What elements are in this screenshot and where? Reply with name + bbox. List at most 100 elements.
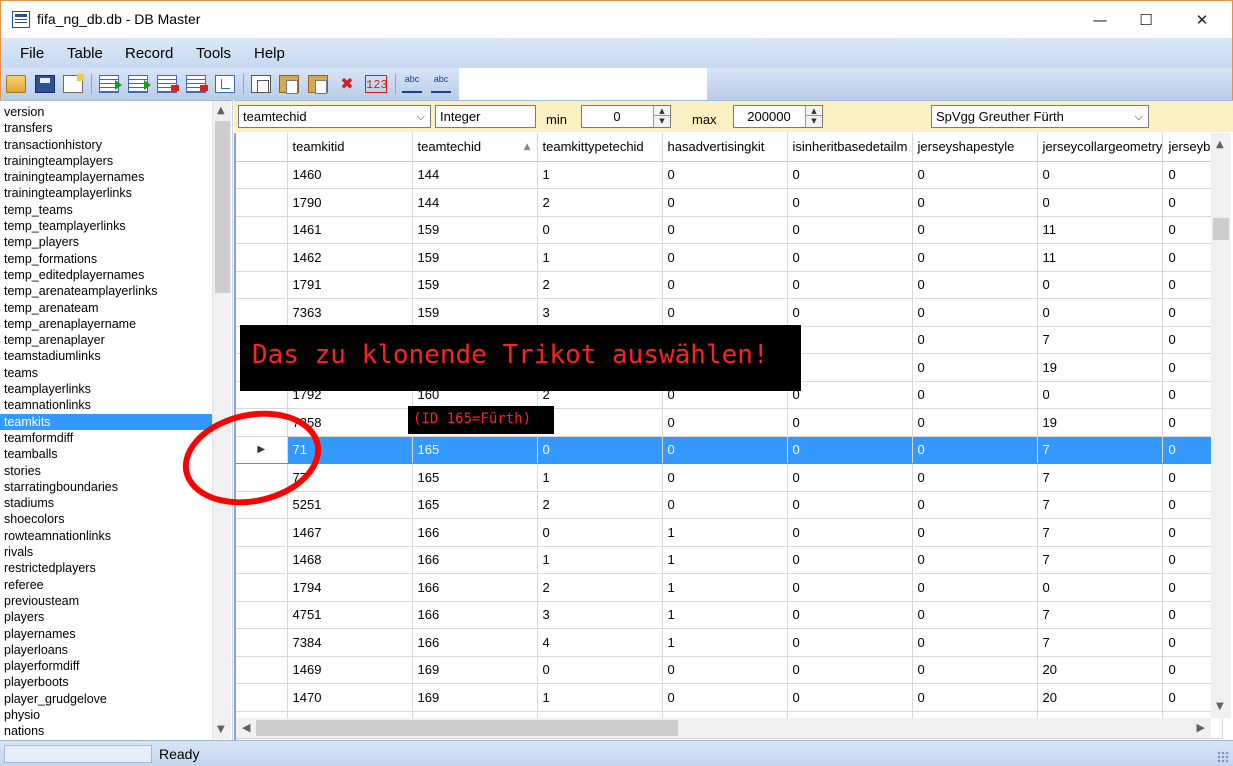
table-list-item[interactable]: stories bbox=[0, 463, 212, 479]
table-cell[interactable]: 0 bbox=[787, 546, 913, 574]
row-header[interactable] bbox=[236, 656, 288, 684]
table-list-item[interactable]: teams bbox=[0, 365, 212, 381]
table-cell[interactable]: 0 bbox=[787, 216, 913, 244]
table-cell[interactable]: 0 bbox=[912, 436, 1038, 464]
table-cell[interactable]: 0 bbox=[912, 573, 1038, 602]
table-list-item[interactable]: temp_players bbox=[0, 234, 212, 250]
team-select[interactable]: SpVgg Greuther Fürth ⌵ bbox=[931, 105, 1149, 128]
table-cell[interactable]: 1 bbox=[537, 546, 663, 574]
table-cell[interactable]: 0 bbox=[912, 656, 1038, 684]
table-cell[interactable]: 0 bbox=[912, 326, 1038, 354]
new-icon[interactable] bbox=[63, 74, 84, 93]
table-cell[interactable]: 2 bbox=[537, 188, 663, 217]
menu-help[interactable]: Help bbox=[254, 45, 285, 62]
column-header[interactable]: teamkittypetechid bbox=[537, 133, 663, 162]
scroll-thumb[interactable] bbox=[256, 720, 678, 736]
table-list-item[interactable]: temp_teams bbox=[0, 202, 212, 218]
table-row[interactable]: 1790 144 2 0 0 0 0 0 bbox=[236, 188, 1224, 217]
save-icon[interactable] bbox=[35, 75, 55, 93]
table-cell[interactable]: 0 bbox=[537, 656, 663, 684]
table-cell[interactable]: 19 bbox=[1037, 408, 1164, 437]
table-cell[interactable]: 159 bbox=[412, 216, 538, 244]
table-cell[interactable]: 0 bbox=[787, 271, 913, 299]
table-cell[interactable]: 166 bbox=[412, 601, 538, 629]
min-stepper[interactable]: 0 ▲ ▼ bbox=[581, 105, 671, 128]
table-cell[interactable]: 159 bbox=[412, 243, 538, 272]
table-cell[interactable]: 1461 bbox=[287, 216, 413, 244]
table-list-item[interactable]: rowteamnationlinks bbox=[0, 528, 212, 544]
table-cell[interactable]: 0 bbox=[662, 436, 788, 464]
table-cell[interactable]: 1 bbox=[662, 518, 788, 547]
table-cell[interactable]: 7363 bbox=[287, 298, 413, 327]
scroll-up-icon[interactable]: ▲ bbox=[1216, 139, 1224, 150]
chevron-down-icon[interactable]: ⌵ bbox=[1135, 106, 1143, 127]
table-list-item[interactable]: transactionhistory bbox=[0, 137, 212, 153]
table-cell[interactable]: 0 bbox=[912, 491, 1038, 519]
table-cell[interactable]: 0 bbox=[787, 463, 913, 492]
table-cell[interactable]: 0 bbox=[537, 518, 663, 547]
tree-icon[interactable] bbox=[215, 75, 235, 93]
column-header[interactable]: jerseyshapestyle bbox=[912, 133, 1038, 162]
table-cell[interactable]: 0 bbox=[787, 161, 913, 189]
table-list-item[interactable]: temp_arenateam bbox=[0, 300, 212, 316]
table-row[interactable]: 1468 166 1 1 0 0 7 0 bbox=[236, 546, 1224, 574]
table-cell[interactable]: 0 bbox=[787, 298, 913, 327]
menu-table[interactable]: Table bbox=[67, 45, 103, 62]
paste-special-icon[interactable] bbox=[279, 75, 299, 94]
table-cell[interactable]: 0 bbox=[1037, 298, 1164, 327]
scroll-right-icon[interactable]: ▶ bbox=[1197, 721, 1205, 734]
table-cell[interactable]: 0 bbox=[662, 408, 788, 437]
table-cell[interactable]: 165 bbox=[412, 463, 538, 492]
table-cell[interactable]: 0 bbox=[912, 161, 1038, 189]
table-cell[interactable]: 0 bbox=[787, 683, 913, 712]
table-row[interactable]: 4751 166 3 1 0 0 7 0 bbox=[236, 601, 1224, 629]
table-cell[interactable] bbox=[787, 326, 913, 354]
table-cell[interactable]: 0 bbox=[662, 683, 788, 712]
table-cell[interactable]: 0 bbox=[662, 216, 788, 244]
row-header[interactable] bbox=[236, 298, 288, 327]
table-cell[interactable]: 0 bbox=[662, 161, 788, 189]
scroll-up-icon[interactable]: ▲ bbox=[217, 105, 225, 116]
table-cell[interactable]: 0 bbox=[1037, 271, 1164, 299]
table-cell[interactable]: 7 bbox=[1037, 436, 1164, 464]
spellcheck-icon[interactable]: abc bbox=[402, 75, 422, 93]
table-list-item[interactable]: previousteam bbox=[0, 593, 212, 609]
table-list-item[interactable]: temp_editedplayernames bbox=[0, 267, 212, 283]
table-cell[interactable]: 1 bbox=[537, 683, 663, 712]
menu-tools[interactable]: Tools bbox=[196, 45, 231, 62]
next-row-icon[interactable] bbox=[128, 75, 151, 93]
table-cell[interactable]: 0 bbox=[787, 518, 913, 547]
table-cell[interactable]: 7 bbox=[1037, 491, 1164, 519]
table-cell[interactable]: 0 bbox=[1037, 381, 1164, 409]
table-cell[interactable]: 166 bbox=[412, 518, 538, 547]
table-cell[interactable]: 0 bbox=[787, 188, 913, 217]
table-cell[interactable]: 11 bbox=[1037, 243, 1164, 272]
table-cell[interactable]: 144 bbox=[412, 188, 538, 217]
field-select[interactable]: teamtechid ⌵ bbox=[238, 105, 431, 128]
table-cell[interactable]: 0 bbox=[1037, 188, 1164, 217]
table-list-item[interactable]: teamballs bbox=[0, 446, 212, 462]
table-cell[interactable]: 7 bbox=[1037, 546, 1164, 574]
table-cell[interactable]: 7384 bbox=[287, 628, 413, 657]
row-header[interactable] bbox=[236, 683, 288, 712]
table-cell[interactable]: 159 bbox=[412, 271, 538, 299]
table-cell[interactable]: 4751 bbox=[287, 601, 413, 629]
table-cell[interactable]: 169 bbox=[412, 683, 538, 712]
table-cell[interactable]: 2 bbox=[537, 573, 663, 602]
table-list-item[interactable]: temp_arenaplayer bbox=[0, 332, 212, 348]
scroll-thumb[interactable] bbox=[215, 121, 230, 293]
table-cell[interactable]: 166 bbox=[412, 573, 538, 602]
table-list-item[interactable]: teamkits bbox=[0, 413, 212, 430]
resize-grip-icon[interactable] bbox=[1217, 751, 1229, 763]
table-cell[interactable]: 1 bbox=[662, 573, 788, 602]
column-header[interactable]: teamkitid bbox=[287, 133, 413, 162]
column-header[interactable]: isinheritbasedetailm bbox=[787, 133, 913, 162]
table-row[interactable]: 1460 144 1 0 0 0 0 0 bbox=[236, 161, 1224, 189]
table-cell[interactable]: 19 bbox=[1037, 353, 1164, 382]
table-list-item[interactable]: teamstadiumlinks bbox=[0, 348, 212, 364]
table-list-item[interactable]: teamformdiff bbox=[0, 430, 212, 446]
row-header[interactable] bbox=[236, 216, 288, 244]
table-row[interactable]: 1791 159 2 0 0 0 0 0 bbox=[236, 271, 1224, 299]
table-cell[interactable]: 0 bbox=[537, 436, 663, 464]
table-cell[interactable]: 4 bbox=[537, 628, 663, 657]
